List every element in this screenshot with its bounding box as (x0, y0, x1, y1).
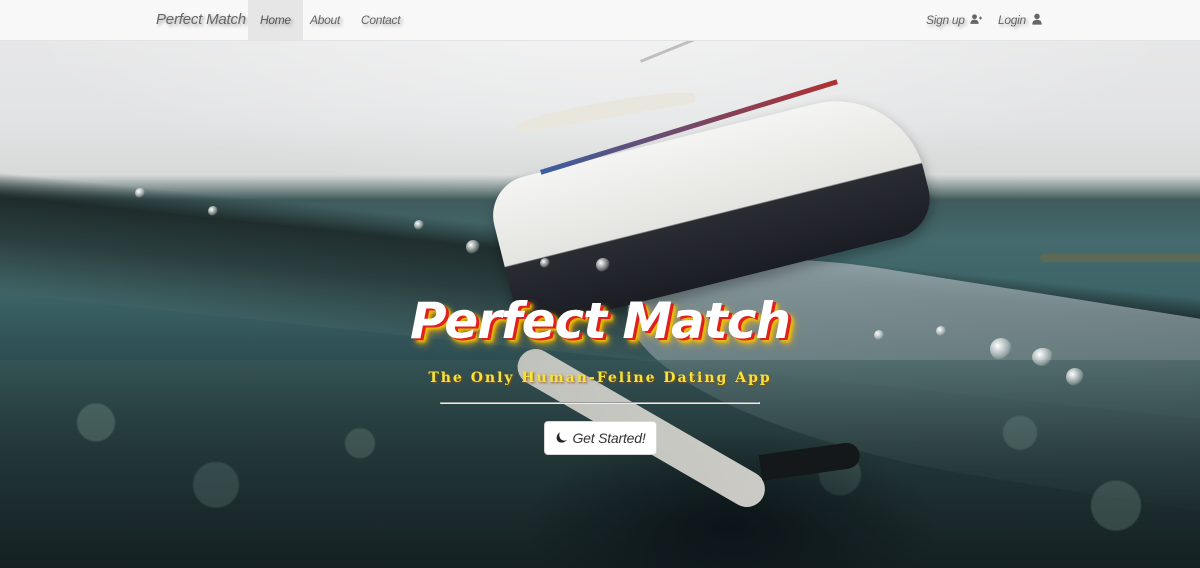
signup-label: Sign up (926, 13, 965, 27)
brand-logo-link[interactable]: Perfect Match (156, 11, 246, 28)
login-label: Login (998, 13, 1026, 27)
moon-icon (557, 432, 568, 443)
nav-link-signup[interactable]: Sign up (914, 0, 994, 40)
bubble (135, 188, 145, 198)
bubble (208, 206, 218, 216)
distant-shore (1040, 254, 1200, 262)
hero-title: Perfect Match (409, 292, 791, 350)
bubble (466, 240, 480, 254)
user-icon (1032, 13, 1042, 25)
bubble (540, 258, 550, 268)
nav-link-about[interactable]: About (298, 0, 352, 40)
bubble (596, 258, 610, 272)
top-navbar: Perfect Match Home About Contact Sign up… (0, 0, 1200, 41)
get-started-button[interactable]: Get Started! (544, 421, 657, 455)
user-plus-icon (970, 14, 982, 24)
get-started-label: Get Started! (572, 430, 646, 446)
hero-subtitle: The Only Human-Feline Dating App (428, 370, 772, 386)
bubble (414, 220, 424, 230)
hero-divider (440, 402, 760, 404)
nav-link-home[interactable]: Home (248, 0, 303, 40)
bubble (1032, 348, 1054, 366)
nav-link-contact[interactable]: Contact (349, 0, 412, 40)
nav-link-login[interactable]: Login (986, 0, 1055, 40)
hero-background-image (0, 0, 1200, 568)
